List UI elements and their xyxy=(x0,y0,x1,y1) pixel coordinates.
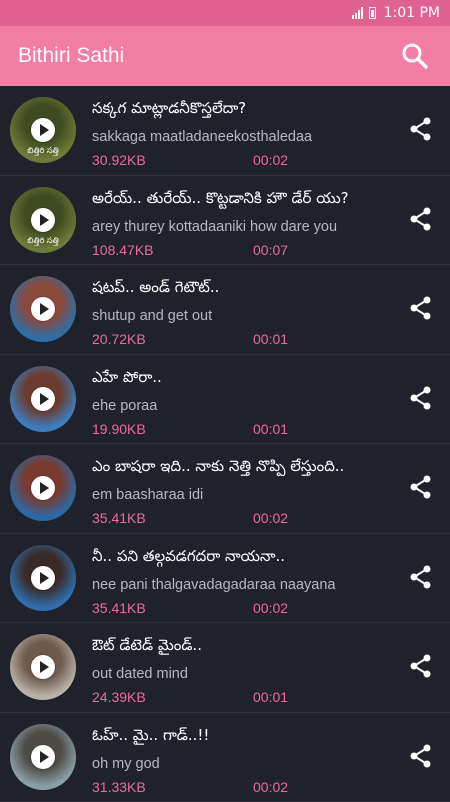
item-title: ఓహ్.. మై.. గాడ్..!! xyxy=(92,726,209,748)
item-subtitle: nee pani thalgavadagadaraa naayana xyxy=(92,577,336,593)
item-duration: 00:02 xyxy=(253,779,288,795)
item-title: ఎహే పోరా.. xyxy=(92,368,162,390)
item-size: 31.33KB xyxy=(92,779,146,795)
item-title: షటప్.. అండ్ గెటౌట్.. xyxy=(92,278,219,300)
item-subtitle: ehe poraa xyxy=(92,398,157,414)
play-icon[interactable] xyxy=(31,118,55,142)
play-icon[interactable] xyxy=(31,745,55,769)
item-size: 20.72KB xyxy=(92,331,146,347)
list-item[interactable]: నీ.. పని తల్గవడగదరా నాయనా.. nee pani tha… xyxy=(0,534,450,624)
play-icon[interactable] xyxy=(31,208,55,232)
item-size: 108.47KB xyxy=(92,242,154,258)
item-duration: 00:01 xyxy=(253,421,288,437)
item-title: ఎం బాషరా ఇది.. నాకు నెత్తి నొప్పి లేస్తు… xyxy=(92,457,344,479)
item-size: 30.92KB xyxy=(92,152,146,168)
share-icon[interactable] xyxy=(408,743,434,769)
share-icon[interactable] xyxy=(408,564,434,590)
battery-icon xyxy=(369,7,376,19)
play-icon[interactable] xyxy=(31,476,55,500)
item-duration: 00:02 xyxy=(253,600,288,616)
item-size: 19.90KB xyxy=(92,421,146,437)
item-subtitle: sakkaga maatladaneekosthaledaa xyxy=(92,129,312,145)
avatar[interactable] xyxy=(10,634,76,700)
item-subtitle: arey thurey kottadaaniki how dare you xyxy=(92,219,337,235)
list-item[interactable]: ఓహ్.. మై.. గాడ్..!! oh my god 31.33KB 00… xyxy=(0,713,450,802)
avatar[interactable] xyxy=(10,724,76,790)
play-icon[interactable] xyxy=(31,655,55,679)
sound-list: బిత్తిరి సత్తి సక్కగ మాట్లాడనీకొస్తలేదా?… xyxy=(0,86,450,802)
item-size: 35.41KB xyxy=(92,510,146,526)
list-item[interactable]: బిత్తిరి సత్తి అరేయ్.. తురేయ్.. కొట్టడాన… xyxy=(0,176,450,266)
status-bar: 1:01 PM xyxy=(0,0,450,26)
app-bar: Bithiri Sathi xyxy=(0,26,450,86)
avatar[interactable]: బిత్తిరి సత్తి xyxy=(10,97,76,163)
avatar-caption: బిత్తిరి సత్తి xyxy=(10,146,76,157)
avatar[interactable] xyxy=(10,366,76,432)
list-item[interactable]: ఎం బాషరా ఇది.. నాకు నెత్తి నొప్పి లేస్తు… xyxy=(0,444,450,534)
share-icon[interactable] xyxy=(408,116,434,142)
item-duration: 00:01 xyxy=(253,689,288,705)
item-subtitle: oh my god xyxy=(92,756,160,772)
list-item[interactable]: ఔట్ డేటెడ్ మైండ్.. out dated mind 24.39K… xyxy=(0,623,450,713)
status-time: 1:01 PM xyxy=(384,5,440,21)
play-icon[interactable] xyxy=(31,566,55,590)
item-duration: 00:07 xyxy=(253,242,288,258)
share-icon[interactable] xyxy=(408,295,434,321)
item-title: అరేయ్.. తురేయ్.. కొట్టడానికి హౌ డేర్ యు? xyxy=(92,189,349,211)
app-title: Bithiri Sathi xyxy=(18,44,124,68)
avatar[interactable] xyxy=(10,455,76,521)
item-subtitle: out dated mind xyxy=(92,666,188,682)
item-size: 35.41KB xyxy=(92,600,146,616)
share-icon[interactable] xyxy=(408,385,434,411)
item-duration: 00:01 xyxy=(253,331,288,347)
play-icon[interactable] xyxy=(31,387,55,411)
share-icon[interactable] xyxy=(408,206,434,232)
avatar[interactable] xyxy=(10,276,76,342)
list-item[interactable]: ఎహే పోరా.. ehe poraa 19.90KB 00:01 xyxy=(0,355,450,445)
search-icon[interactable] xyxy=(398,39,432,73)
item-title: నీ.. పని తల్గవడగదరా నాయనా.. xyxy=(92,547,285,569)
item-duration: 00:02 xyxy=(253,510,288,526)
item-title: సక్కగ మాట్లాడనీకొస్తలేదా? xyxy=(92,99,246,121)
item-title: ఔట్ డేటెడ్ మైండ్.. xyxy=(92,636,202,658)
avatar-caption: బిత్తిరి సత్తి xyxy=(10,236,76,247)
item-subtitle: em baasharaa idi xyxy=(92,487,203,503)
share-icon[interactable] xyxy=(408,653,434,679)
list-item[interactable]: షటప్.. అండ్ గెటౌట్.. shutup and get out … xyxy=(0,265,450,355)
list-item[interactable]: బిత్తిరి సత్తి సక్కగ మాట్లాడనీకొస్తలేదా?… xyxy=(0,86,450,176)
avatar[interactable] xyxy=(10,545,76,611)
item-duration: 00:02 xyxy=(253,152,288,168)
avatar[interactable]: బిత్తిరి సత్తి xyxy=(10,187,76,253)
item-size: 24.39KB xyxy=(92,689,146,705)
play-icon[interactable] xyxy=(31,297,55,321)
signal-icon xyxy=(352,7,363,19)
share-icon[interactable] xyxy=(408,474,434,500)
item-subtitle: shutup and get out xyxy=(92,308,212,324)
